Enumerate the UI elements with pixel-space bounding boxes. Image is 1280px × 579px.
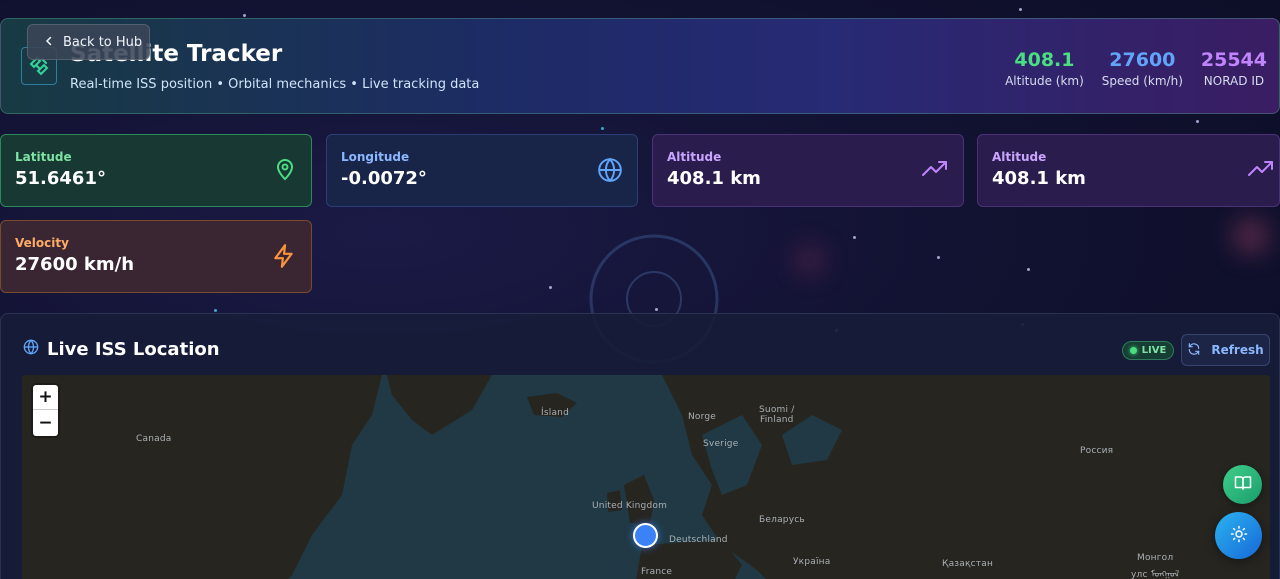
- zoom-in-button[interactable]: +: [33, 385, 58, 410]
- altitude-label: Altitude: [992, 150, 1047, 164]
- latitude-card: Latitude 51.6461°: [0, 134, 312, 207]
- map-label-rossiya: Россия: [1080, 446, 1114, 456]
- map-label-mongol-script: улс ᠮᠣᠩᠭᠣᠯ: [1131, 570, 1180, 579]
- globe-icon: [597, 157, 623, 187]
- live-location-panel: Live ISS Location LIVE Refresh + − Canad…: [0, 313, 1280, 579]
- altitude-label: Altitude: [667, 150, 722, 164]
- altitude-card: Altitude 408.1 km: [652, 134, 964, 207]
- altitude-card-secondary: Altitude 408.1 km: [977, 134, 1280, 207]
- map-label-norge: Norge: [688, 412, 717, 422]
- map-label-island: Ísland: [541, 408, 569, 418]
- back-to-hub-label: Back to Hub: [63, 34, 143, 50]
- sun-icon: [1230, 525, 1248, 547]
- latitude-label: Latitude: [15, 150, 72, 164]
- stat-speed-value: 27600: [1109, 49, 1176, 71]
- live-status-badge: LIVE: [1122, 341, 1174, 360]
- page-subtitle: Real-time ISS position • Orbital mechani…: [70, 77, 480, 92]
- book-open-icon: [1234, 474, 1252, 496]
- longitude-label: Longitude: [341, 150, 410, 164]
- velocity-value: 27600 km/h: [15, 254, 135, 275]
- stat-speed: 27600 Speed (km/h): [1102, 49, 1183, 88]
- longitude-value: -0.0072°: [341, 168, 427, 189]
- longitude-card: Longitude -0.0072°: [326, 134, 638, 207]
- stat-norad-value: 25544: [1200, 49, 1267, 71]
- velocity-label: Velocity: [15, 236, 69, 250]
- zoom-controls: + −: [33, 385, 58, 436]
- map-label-belarus: Беларусь: [759, 515, 805, 525]
- latitude-value: 51.6461°: [15, 168, 106, 189]
- map-label-ukraina: Україна: [793, 557, 831, 567]
- back-to-hub-button[interactable]: Back to Hub: [27, 24, 150, 60]
- trending-up-icon: [1247, 157, 1275, 185]
- map-label-deutschland: Deutschland: [669, 535, 728, 545]
- stat-altitude-label: Altitude (km): [1005, 73, 1084, 88]
- zoom-out-button[interactable]: −: [33, 410, 58, 435]
- stat-norad-label: NORAD ID: [1203, 73, 1265, 88]
- altitude-value: 408.1 km: [667, 168, 761, 189]
- velocity-card: Velocity 27600 km/h: [0, 220, 312, 293]
- chevron-left-icon: [44, 35, 54, 50]
- theme-toggle-button[interactable]: [1215, 512, 1262, 559]
- stat-speed-label: Speed (km/h): [1101, 73, 1183, 88]
- live-label: LIVE: [1141, 345, 1167, 356]
- refresh-label: Refresh: [1211, 343, 1264, 357]
- live-dot-icon: [1129, 347, 1137, 354]
- stat-altitude: 408.1 Altitude (km): [1005, 49, 1084, 88]
- zap-icon: [271, 243, 297, 273]
- refresh-button[interactable]: Refresh: [1181, 334, 1270, 366]
- map-label-kazakhstan: Қазақстан: [942, 559, 994, 569]
- stat-altitude-value: 408.1: [1014, 49, 1075, 71]
- stat-norad: 25544 NORAD ID: [1201, 49, 1267, 88]
- map-label-united-kingdom: United Kingdom: [592, 501, 668, 511]
- map-label-mongol: Монгол: [1137, 553, 1174, 563]
- iss-position-marker[interactable]: [633, 523, 658, 548]
- map-label-finland: Finland: [760, 415, 794, 425]
- altitude-value: 408.1 km: [992, 168, 1086, 189]
- map-label-canada: Canada: [136, 434, 172, 444]
- panel-title-text: Live ISS Location: [47, 339, 220, 360]
- app-header: Satellite Tracker Real-time ISS position…: [0, 18, 1280, 114]
- globe-icon: [23, 339, 39, 360]
- live-location-title: Live ISS Location: [23, 339, 220, 360]
- header-stats: 408.1 Altitude (km) 27600 Speed (km/h) 2…: [1005, 49, 1267, 88]
- map-label-sverige: Sverige: [703, 439, 739, 449]
- map-pin-icon: [273, 157, 297, 185]
- map-label-france: France: [641, 567, 673, 577]
- map-landmass: [22, 375, 1270, 579]
- map-label-suomi: Suomi /: [759, 405, 795, 415]
- trending-up-icon: [921, 157, 949, 185]
- guide-button[interactable]: [1223, 465, 1262, 504]
- refresh-icon: [1187, 342, 1201, 359]
- world-map[interactable]: + − Canada Ísland Norge Suomi / Finland …: [22, 375, 1270, 579]
